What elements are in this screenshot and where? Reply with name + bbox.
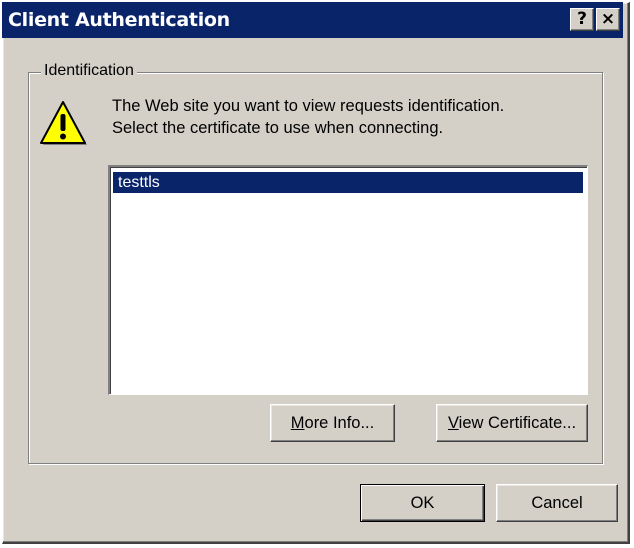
warning-icon xyxy=(40,101,87,145)
title-bar[interactable]: Client Authentication ? × xyxy=(2,2,623,38)
window-title: Client Authentication xyxy=(8,9,230,31)
message-line-1: The Web site you want to view requests i… xyxy=(112,97,505,115)
certificate-list-item[interactable]: testtls xyxy=(113,172,583,193)
help-button[interactable]: ? xyxy=(570,8,594,31)
view-certificate-label: iew Certificate... xyxy=(458,414,577,432)
view-certificate-accelerator: V xyxy=(447,414,459,432)
more-info-button[interactable]: More Info... xyxy=(270,404,395,442)
cancel-button[interactable]: Cancel xyxy=(496,484,618,522)
message-line-2: Select the certificate to use when conne… xyxy=(112,119,444,137)
close-button[interactable]: × xyxy=(596,8,620,31)
ok-button[interactable]: OK xyxy=(360,484,485,522)
identification-message: The Web site you want to view requests i… xyxy=(112,95,582,139)
identification-group-label: Identification xyxy=(41,61,137,81)
view-certificate-button[interactable]: View Certificate... xyxy=(436,404,588,442)
more-info-label: ore Info... xyxy=(304,414,375,432)
certificate-list[interactable]: testtls xyxy=(108,165,588,395)
more-info-accelerator: M xyxy=(290,414,305,432)
